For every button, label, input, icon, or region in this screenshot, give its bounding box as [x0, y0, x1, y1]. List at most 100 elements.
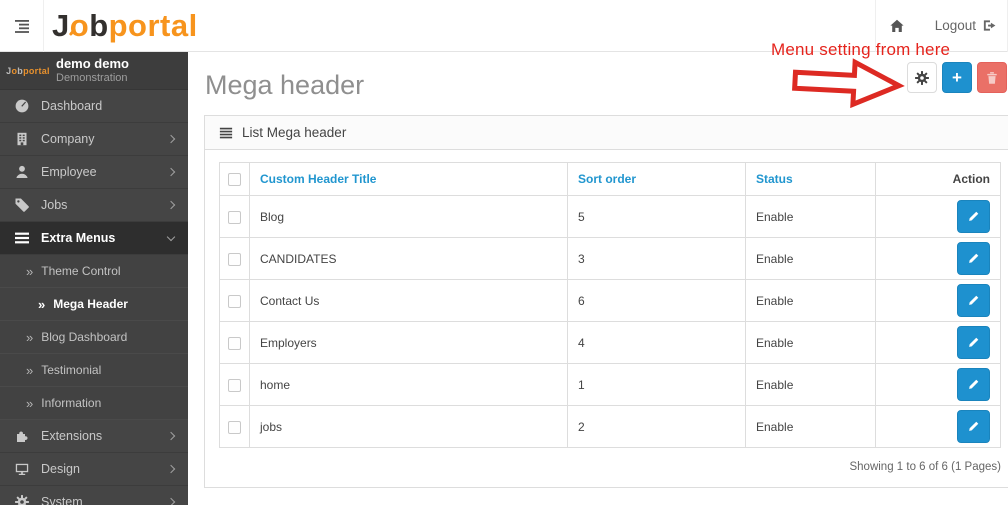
row-checkbox[interactable] [228, 378, 241, 392]
add-new-button[interactable]: + [942, 62, 972, 93]
gear-icon [14, 494, 30, 505]
row-checkbox[interactable] [228, 252, 241, 266]
edit-button[interactable] [957, 410, 990, 444]
table-row: jobs 2 Enable [219, 405, 1001, 449]
row-checkbox[interactable] [228, 420, 241, 434]
list-panel: List Mega header Custom Header Title Sor… [204, 115, 1008, 489]
cell-status: Enable [745, 237, 876, 281]
pagination-summary: Showing 1 to 6 of 6 (1 Pages) [849, 461, 1001, 474]
column-header-action: Action [875, 161, 1001, 197]
delete-button[interactable] [977, 62, 1007, 93]
sort-link-sort-order[interactable]: Sort order [578, 172, 636, 186]
outdent-icon [14, 19, 29, 33]
pencil-icon [969, 254, 979, 264]
sidebar-user-panel: Jobportal demo demo Demonstration [0, 52, 188, 90]
sign-out-icon [983, 20, 996, 31]
column-header-title: Custom Header Title [249, 161, 568, 197]
list-icon [219, 127, 233, 138]
sidebar-item-label: Extra Menus [41, 231, 116, 245]
cell-sort-order: 4 [567, 321, 746, 365]
tag-icon [14, 197, 30, 213]
gear-icon [915, 70, 929, 85]
sidebar-item-label: Employee [41, 165, 97, 179]
sidebar-item-label: Design [41, 462, 80, 476]
cell-status: Enable [745, 363, 876, 407]
chevron-right-icon [166, 431, 176, 441]
sidebar-item-dashboard[interactable]: Dashboard [0, 90, 188, 123]
dashboard-icon [14, 98, 30, 114]
table-row: Contact Us 6 Enable [219, 279, 1001, 323]
sort-link-title[interactable]: Custom Header Title [260, 172, 376, 186]
pencil-icon [969, 296, 979, 306]
sort-link-status[interactable]: Status [756, 172, 793, 186]
double-angle-icon: » [26, 263, 34, 279]
cell-title: jobs [249, 405, 568, 449]
logout-label: Logout [934, 18, 976, 33]
logo-text: J [52, 7, 70, 43]
edit-button[interactable] [957, 326, 990, 360]
row-checkbox[interactable] [228, 210, 241, 224]
edit-button[interactable] [957, 242, 990, 276]
table-header-row: Custom Header Title Sort order Status Ac… [219, 161, 1001, 197]
sidebar-item-label: System [41, 495, 83, 505]
select-all-cell [219, 161, 250, 197]
edit-button[interactable] [957, 284, 990, 318]
double-angle-icon: » [26, 362, 34, 378]
sidebar-item-design[interactable]: Design [0, 453, 188, 486]
cell-sort-order: 1 [567, 363, 746, 407]
cell-sort-order: 5 [567, 195, 746, 239]
chevron-down-icon [166, 232, 176, 241]
sidebar-item-employee[interactable]: Employee [0, 156, 188, 189]
user-role: Demonstration [56, 71, 128, 84]
settings-button[interactable] [907, 62, 937, 93]
cell-title: Contact Us [249, 279, 568, 323]
cell-sort-order: 2 [567, 405, 746, 449]
submenu-item-theme-control[interactable]: » Theme Control [0, 255, 188, 288]
sidebar-item-system[interactable]: System [0, 486, 188, 505]
chevron-right-icon [166, 134, 176, 144]
sidebar-item-jobs[interactable]: Jobs [0, 189, 188, 222]
select-all-checkbox[interactable] [228, 173, 241, 187]
sidebar-item-extra-menus[interactable]: Extra Menus [0, 222, 188, 255]
edit-button[interactable] [957, 200, 990, 234]
pencil-icon [969, 212, 979, 222]
user-name: demo demo [56, 55, 129, 71]
sidebar-item-label: Extensions [41, 429, 103, 443]
monitor-icon [14, 461, 30, 477]
submenu-item-label: Testimonial [41, 363, 102, 377]
sidebar-item-extensions[interactable]: Extensions [0, 420, 188, 453]
submenu-item-testimonial[interactable]: » Testimonial [0, 354, 188, 387]
pencil-icon [969, 422, 979, 432]
cell-sort-order: 3 [567, 237, 746, 281]
submenu-item-label: Information [41, 396, 102, 410]
sidebar: Jobportal demo demo Demonstration Dashbo… [0, 52, 188, 505]
table-row: home 1 Enable [219, 363, 1001, 407]
annotation-arrow [792, 58, 905, 109]
puzzle-icon [14, 428, 30, 444]
sidebar-user-meta: demo demo Demonstration [56, 56, 129, 86]
double-angle-icon: » [26, 329, 34, 345]
main-content: Mega header List Mega header Custom Head… [188, 52, 1008, 505]
sidebar-toggle-button[interactable] [0, 0, 44, 52]
cell-status: Enable [745, 321, 876, 365]
sidebar-item-company[interactable]: Company [0, 123, 188, 156]
user-icon [14, 164, 30, 180]
edit-button[interactable] [957, 368, 990, 402]
row-checkbox[interactable] [228, 294, 241, 308]
submenu-item-blog-dashboard[interactable]: » Blog Dashboard [0, 321, 188, 354]
plus-icon: + [952, 68, 962, 87]
cell-status: Enable [745, 195, 876, 239]
submenu-item-mega-header[interactable]: » Mega Header [0, 288, 188, 321]
row-checkbox[interactable] [228, 336, 241, 350]
table-row: Employers 4 Enable [219, 321, 1001, 365]
cell-status: Enable [745, 405, 876, 449]
app-logo[interactable]: Jobportal [52, 0, 198, 52]
submenu-item-information[interactable]: » Information [0, 387, 188, 420]
cell-status: Enable [745, 279, 876, 323]
cell-title: home [249, 363, 568, 407]
trash-icon [987, 71, 997, 84]
table-row: Blog 5 Enable [219, 195, 1001, 239]
logo-magnifier-o: o [69, 7, 90, 43]
panel-title: List Mega header [242, 125, 347, 140]
building-icon [14, 131, 30, 147]
